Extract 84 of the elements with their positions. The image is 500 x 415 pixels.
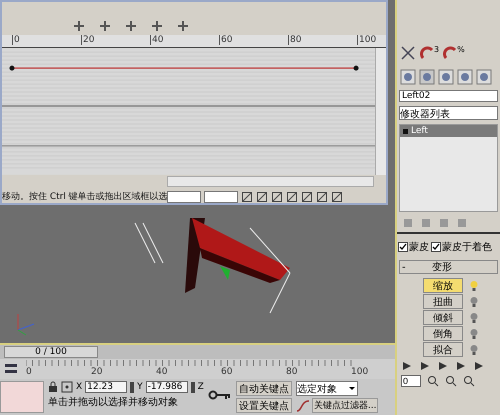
- panel-tab-icon[interactable]: [457, 69, 473, 85]
- playback-icon[interactable]: [455, 360, 467, 372]
- key-filters-button[interactable]: 关键点过滤器...: [312, 398, 378, 413]
- view-tool-icon[interactable]: [286, 190, 298, 202]
- input-field[interactable]: [167, 190, 201, 202]
- x-coordinate-field[interactable]: 12.23: [85, 381, 128, 393]
- light-bulb-icon[interactable]: [469, 312, 479, 324]
- deformation-button[interactable]: 扭曲: [423, 294, 463, 309]
- ruler-label: 20: [81, 34, 94, 45]
- deformation-button[interactable]: 倒角: [423, 326, 463, 341]
- view-tool-icon[interactable]: [241, 190, 253, 202]
- auto-key-button[interactable]: 自动关键点: [236, 381, 292, 396]
- toolbar-tool-icon[interactable]: [176, 18, 190, 33]
- checkbox[interactable]: 蒙皮于着色: [431, 240, 492, 254]
- stack-item[interactable]: Left: [400, 125, 497, 137]
- toolbar-tool-icon[interactable]: [124, 18, 138, 33]
- tangent-curve-icon[interactable]: [296, 398, 310, 412]
- listener-panel: [0, 381, 44, 413]
- scrollbar[interactable]: [375, 48, 386, 176]
- deformation-button[interactable]: 缩放: [423, 278, 463, 293]
- deformation-button[interactable]: 倾斜: [423, 310, 463, 325]
- time-slider-thumb[interactable]: 0 / 100: [4, 346, 98, 358]
- view-tool-icon[interactable]: [316, 190, 328, 202]
- rollout-header[interactable]: - 变形: [399, 260, 498, 274]
- toolbar-tool-icon[interactable]: [98, 18, 112, 33]
- playback-icon[interactable]: [401, 360, 413, 372]
- x-label: X: [76, 382, 82, 392]
- checkmark-icon: [399, 243, 407, 251]
- timeline-label: 40: [156, 367, 168, 377]
- timeline-label: 60: [221, 367, 232, 377]
- deformation-button[interactable]: 拟合: [423, 342, 463, 357]
- light-bulb-icon[interactable]: [469, 328, 479, 340]
- spinner-icon[interactable]: [130, 382, 134, 392]
- playback-icon[interactable]: [473, 360, 485, 372]
- set-key-button[interactable]: 设置关键点: [236, 398, 292, 413]
- y-coordinate-field[interactable]: -17.986: [146, 381, 188, 393]
- light-bulb-icon[interactable]: [469, 296, 479, 308]
- panel-tab-icon[interactable]: [419, 69, 435, 85]
- ruler-label: 0: [12, 34, 20, 45]
- panel-tab-icon[interactable]: [400, 69, 416, 85]
- panel-tab-icon[interactable]: [476, 69, 492, 85]
- select-move-icon[interactable]: [400, 45, 416, 61]
- y-label: Y: [137, 382, 143, 392]
- z-label: Z: [198, 382, 204, 392]
- light-bulb-icon[interactable]: [469, 344, 479, 356]
- transform-mode-icon[interactable]: [61, 381, 73, 393]
- light-bulb-icon[interactable]: [469, 280, 479, 292]
- view-tool-icon[interactable]: [271, 190, 283, 202]
- prompt-text: 单击并拖动以选择并移动对象: [48, 396, 179, 409]
- frame-field[interactable]: 0: [401, 375, 421, 387]
- panel-tab-icon[interactable]: [438, 69, 454, 85]
- lock-icon[interactable]: [48, 381, 58, 393]
- viewport[interactable]: 0 20 40 60 80 100 移动。按住 Ctrl 键单击或拖出区域框以选: [0, 0, 395, 345]
- timeline-label: 20: [91, 367, 102, 377]
- ruler-label: 40: [150, 34, 164, 45]
- playback-icon[interactable]: [419, 360, 431, 372]
- ruler-label: 60: [219, 34, 232, 45]
- checkmark-icon: [432, 243, 440, 251]
- modifier-list-dropdown[interactable]: 修改器列表: [399, 106, 498, 120]
- scrollbar[interactable]: [167, 176, 374, 187]
- spinner-icon[interactable]: [190, 382, 195, 392]
- track-bar-icon[interactable]: [4, 363, 18, 375]
- timeline-label: 0: [26, 367, 32, 377]
- selection-dropdown[interactable]: 选定对象: [296, 381, 358, 396]
- snap-toggle[interactable]: 3: [420, 46, 440, 60]
- timeline-label: 80: [286, 367, 298, 377]
- toolbar-tool-icon[interactable]: [72, 18, 86, 33]
- checkbox[interactable]: 蒙皮: [398, 240, 429, 254]
- view-tool-icon[interactable]: [445, 375, 457, 387]
- view-tool-icon[interactable]: [463, 375, 475, 387]
- key-icon[interactable]: [208, 389, 232, 401]
- view-tool-icon[interactable]: [427, 375, 439, 387]
- input-field[interactable]: [204, 190, 238, 202]
- view-tool-icon[interactable]: [256, 190, 268, 202]
- snap-toggle[interactable]: %: [443, 46, 465, 60]
- timeline-label: 100: [351, 367, 368, 377]
- view-tool-icon[interactable]: [301, 190, 313, 202]
- object-name-field[interactable]: Left02: [399, 90, 498, 102]
- ruler-label: 100: [357, 34, 376, 45]
- timeline-ruler[interactable]: 0 20 40 60 80 100: [0, 359, 395, 379]
- playback-icon[interactable]: [437, 360, 449, 372]
- ruler-label: 80: [288, 34, 302, 45]
- view-tool-icon[interactable]: [331, 190, 343, 202]
- toolbar-tool-icon[interactable]: [150, 18, 164, 33]
